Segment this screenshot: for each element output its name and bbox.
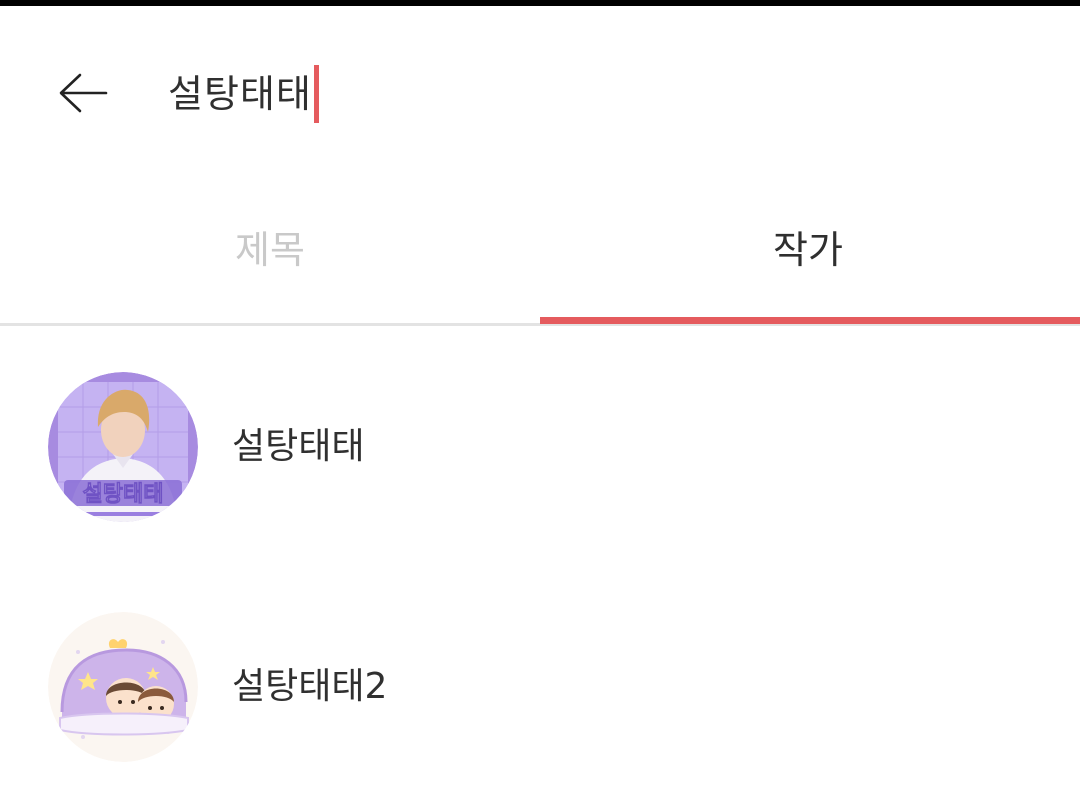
list-item[interactable]: 설탕태태2 [0, 570, 1080, 810]
avatar-caption: 설탕태태 [83, 482, 164, 507]
tab-title-label: 제목 [235, 227, 305, 272]
list-item[interactable]: 설탕태태 설탕태태 [0, 330, 1080, 570]
author-results-list: 설탕태태 설탕태태 설탕태태2 [0, 330, 1080, 810]
search-bar: 설탕태태 [0, 6, 1080, 171]
arrow-left-icon [59, 73, 108, 113]
avatar [48, 612, 198, 762]
tab-title[interactable]: 제목 [0, 171, 540, 321]
tab-author[interactable]: 작가 [540, 171, 1080, 321]
back-button[interactable] [52, 62, 114, 124]
author-name: 설탕태태2 [232, 666, 388, 707]
text-caret [313, 65, 319, 123]
active-tab-indicator [540, 317, 1080, 324]
tab-author-label: 작가 [773, 227, 843, 272]
search-screen: 설탕태태 제목 작가 설탕태태 설탕태태 설탕태태2 [0, 0, 1080, 810]
author-name: 설탕태태 [232, 426, 365, 467]
search-input[interactable]: 설탕태태 [168, 65, 319, 123]
tab-bar: 제목 작가 [0, 171, 1080, 327]
avatar: 설탕태태 [48, 372, 198, 522]
search-query: 설탕태태 [168, 72, 312, 116]
